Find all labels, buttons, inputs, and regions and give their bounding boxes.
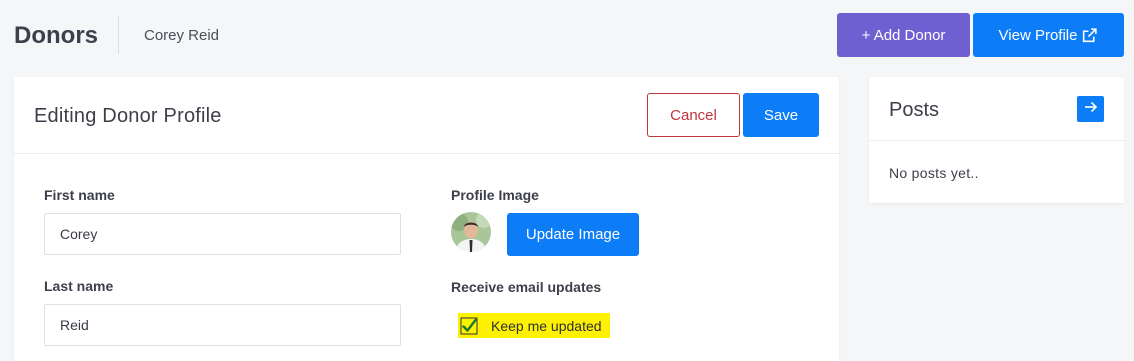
editor-card: Editing Donor Profile Cancel Save First … bbox=[14, 77, 839, 361]
arrow-right-icon bbox=[1083, 99, 1099, 120]
editor-title: Editing Donor Profile bbox=[34, 105, 222, 127]
update-image-button[interactable]: Update Image bbox=[507, 213, 639, 256]
last-name-label: Last name bbox=[44, 278, 114, 294]
checkmark-icon bbox=[460, 317, 478, 334]
first-name-field[interactable] bbox=[44, 213, 401, 255]
cancel-label: Cancel bbox=[670, 106, 717, 124]
page-title: Donors bbox=[14, 22, 98, 49]
posts-title: Posts bbox=[889, 99, 940, 121]
last-name-field[interactable] bbox=[44, 304, 401, 346]
view-profile-button[interactable]: View Profile bbox=[973, 13, 1124, 57]
update-image-label: Update Image bbox=[525, 226, 621, 243]
profile-image-label: Profile Image bbox=[451, 187, 539, 203]
add-donor-label: + Add Donor bbox=[861, 26, 946, 44]
first-name-label: First name bbox=[44, 187, 115, 203]
posts-card: Posts No posts yet.. bbox=[869, 77, 1124, 203]
posts-empty-message: No posts yet.. bbox=[889, 165, 979, 181]
keep-updated-option[interactable]: Keep me updated bbox=[458, 313, 610, 338]
keep-updated-label: Keep me updated bbox=[491, 317, 602, 334]
donor-name: Corey Reid bbox=[144, 27, 220, 44]
external-link-icon bbox=[1081, 27, 1098, 44]
header-divider bbox=[118, 16, 119, 54]
save-button[interactable]: Save bbox=[743, 93, 819, 137]
posts-go-button[interactable] bbox=[1077, 96, 1104, 122]
view-profile-label: View Profile bbox=[998, 26, 1078, 44]
editor-card-header: Editing Donor Profile Cancel Save bbox=[14, 77, 839, 154]
posts-card-header: Posts bbox=[869, 77, 1124, 141]
add-donor-button[interactable]: + Add Donor bbox=[837, 13, 970, 57]
save-label: Save bbox=[763, 106, 799, 124]
keep-updated-checkbox[interactable] bbox=[460, 317, 478, 335]
email-updates-label: Receive email updates bbox=[451, 279, 602, 295]
cancel-button[interactable]: Cancel bbox=[647, 93, 740, 137]
avatar bbox=[451, 212, 491, 252]
